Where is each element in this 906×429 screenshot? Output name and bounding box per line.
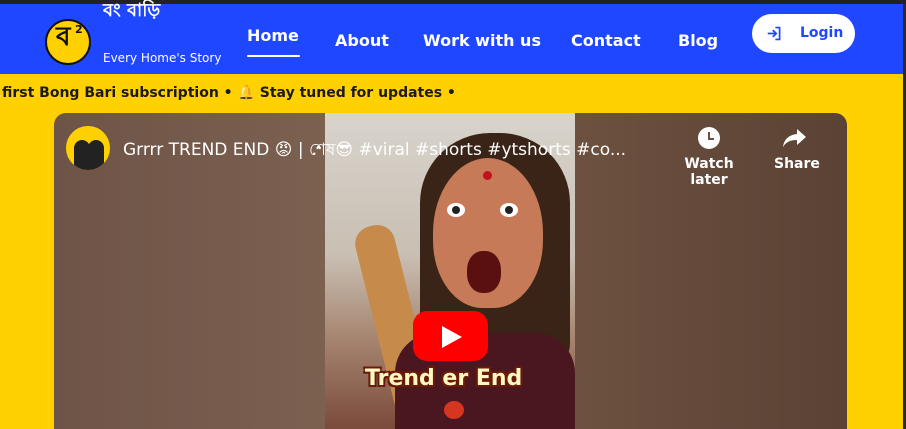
thumbnail-mouth — [467, 251, 501, 293]
nav-work-link[interactable]: Work with us — [423, 31, 541, 50]
nav-about-link[interactable]: About — [335, 31, 389, 50]
watch-later-button[interactable]: Watch later — [669, 126, 749, 188]
video-title[interactable]: Grrrr TREND END 😡 | শেষ😎 #viral #shorts … — [123, 137, 626, 165]
watch-later-label: Watch later — [684, 156, 734, 188]
brand-name: বং বাড়ি — [103, 0, 161, 21]
announcement-ticker: first Bong Bari subscription • 🔔 Stay tu… — [2, 85, 456, 101]
nav-home-link[interactable]: Home — [247, 26, 299, 45]
logo-superscript: 2 — [75, 23, 83, 36]
thumbnail-eye-right — [500, 203, 518, 217]
site-logo[interactable]: ব 2 — [45, 19, 91, 65]
youtube-embed[interactable]: Trend er End Grrrr TREND END 😡 | শেষ😎 #v… — [54, 113, 847, 429]
clock-icon — [698, 127, 720, 149]
video-caption: Trend er End — [365, 366, 523, 391]
play-button[interactable] — [413, 311, 488, 361]
login-label: Login — [800, 25, 844, 41]
share-label: Share — [774, 156, 820, 172]
nav-active-underline — [247, 55, 300, 57]
thumbnail-bindi — [483, 171, 492, 180]
login-icon — [767, 26, 781, 41]
login-button[interactable]: Login — [752, 14, 855, 53]
thumbnail-eye-left — [447, 203, 465, 217]
angry-emoji-icon — [444, 401, 464, 419]
nav-blog-link[interactable]: Blog — [678, 31, 718, 50]
channel-avatar[interactable] — [66, 126, 110, 170]
share-button[interactable]: Share — [774, 126, 820, 172]
site-header: বং বাড়ি ব 2 Every Home's Story Home Abo… — [0, 0, 903, 74]
logo-glyph: ব — [56, 22, 71, 52]
nav-contact-link[interactable]: Contact — [571, 31, 641, 50]
share-arrow-icon — [783, 129, 806, 147]
site-tagline: Every Home's Story — [103, 51, 222, 65]
